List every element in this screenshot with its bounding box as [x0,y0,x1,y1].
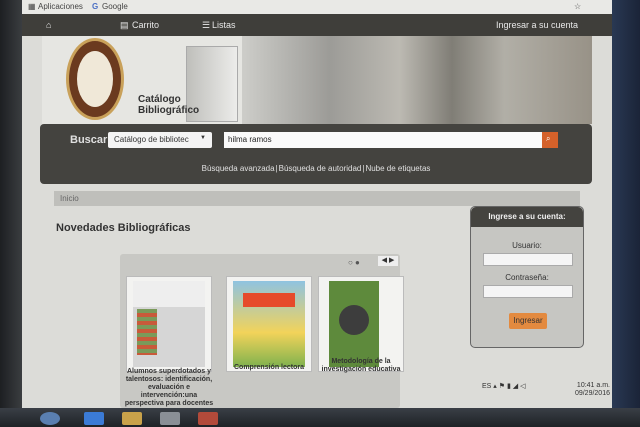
news-title: Novedades Bibliográficas [56,222,191,234]
book-cover [233,281,305,367]
cover-graphic [137,309,157,355]
search-panel: Buscar Catálogo de bibliotec ▼ hilma ram… [40,124,592,184]
browser-screen: ▦ Aplicaciones G Google ☆ ⌂ ▤ Carrito ☰ … [22,0,612,408]
authority-search-link[interactable]: Búsqueda de autoridad [279,164,362,173]
clock-time: 10:41 a.m. [576,382,610,389]
login-panel: Ingrese a su cuenta: Usuario: Contraseña… [470,206,584,348]
catalog-title-line2: Bibliográfico [138,105,200,116]
carousel-dots[interactable]: ○ ● [348,258,360,267]
book-title[interactable]: Alumnos superdotados y talentosos: ident… [124,368,214,408]
app-icon[interactable] [198,412,218,425]
search-links: Búsqueda avanzada|Búsqueda de autoridad|… [201,164,431,173]
search-query: hilma ramos [228,135,272,144]
system-tray-icons[interactable]: ES ▴ ⚑ ▮ ◢ ◁ [482,382,525,390]
breadcrumb-home[interactable]: Inicio [60,194,79,203]
catalog-title: Catálogo Bibliográfico [138,94,218,116]
search-button[interactable]: ⌕ [542,132,558,148]
folder-icon[interactable] [122,412,142,425]
carousel-arrows[interactable]: ◀ ▶ [378,256,398,266]
home-icon[interactable]: ⌂ [46,20,51,30]
logo-crest [77,51,113,107]
password-label: Contraseña: [505,273,549,282]
cover-graphic [243,293,295,307]
book-title[interactable]: Comprensión lectora [224,364,314,372]
chevron-down-icon: ▼ [200,135,206,141]
news-carousel: ○ ● ◀ ▶ Alumnos superdotados y talentoso… [120,254,404,408]
breadcrumb: Inicio [54,191,580,206]
login-link[interactable]: Ingresar a su cuenta [496,20,578,30]
google-icon: G [92,2,99,11]
start-button[interactable] [40,412,60,425]
bookmark-apps[interactable]: Aplicaciones [38,2,83,11]
book-cover [133,281,205,367]
site-navbar: ⌂ ▤ Carrito ☰ Listas Ingresar a su cuent… [22,14,612,36]
book-card[interactable] [126,276,212,372]
search-input[interactable]: hilma ramos [224,132,542,148]
login-heading: Ingrese a su cuenta: [471,207,583,227]
media-icon[interactable] [160,412,180,425]
search-label: Buscar [70,134,108,146]
book-card[interactable] [226,276,312,372]
apps-icon[interactable]: ▦ [28,2,36,11]
catalog-title-line1: Catálogo [138,94,181,105]
ie-icon[interactable] [84,412,104,425]
institution-logo [66,38,124,120]
lists-link[interactable]: Listas [212,20,236,30]
cover-graphic [339,305,369,335]
lists-icon: ☰ [202,20,211,30]
login-button[interactable]: Ingresar [509,313,547,329]
site-header: Catálogo Bibliográfico [42,36,592,124]
bookmark-star-icon[interactable]: ☆ [574,2,581,11]
clock-date: 09/29/2016 [574,390,610,397]
username-field[interactable] [483,253,573,266]
advanced-search-link[interactable]: Búsqueda avanzada [202,164,275,173]
cart-icon: ▤ [120,20,129,30]
search-icon: ⌕ [546,134,551,143]
cart-link[interactable]: Carrito [132,20,159,30]
system-clock[interactable]: 10:41 a.m. 09/29/2016 [570,382,610,398]
monitor-bezel-left [0,0,22,427]
bookmark-google[interactable]: Google [102,2,128,11]
search-scope-select[interactable]: Catálogo de bibliotec [108,132,212,148]
header-photo-banner [242,36,592,124]
monitor-bezel-right [610,0,640,427]
password-field[interactable] [483,285,573,298]
username-label: Usuario: [512,241,542,250]
bookmarks-bar: ▦ Aplicaciones G Google ☆ [22,0,612,14]
tag-cloud-link[interactable]: Nube de etiquetas [365,164,430,173]
book-cover [329,281,379,367]
search-scope-value: Catálogo de bibliotec [114,135,189,144]
book-title[interactable]: Metodología de la investigación educativ… [316,358,406,374]
